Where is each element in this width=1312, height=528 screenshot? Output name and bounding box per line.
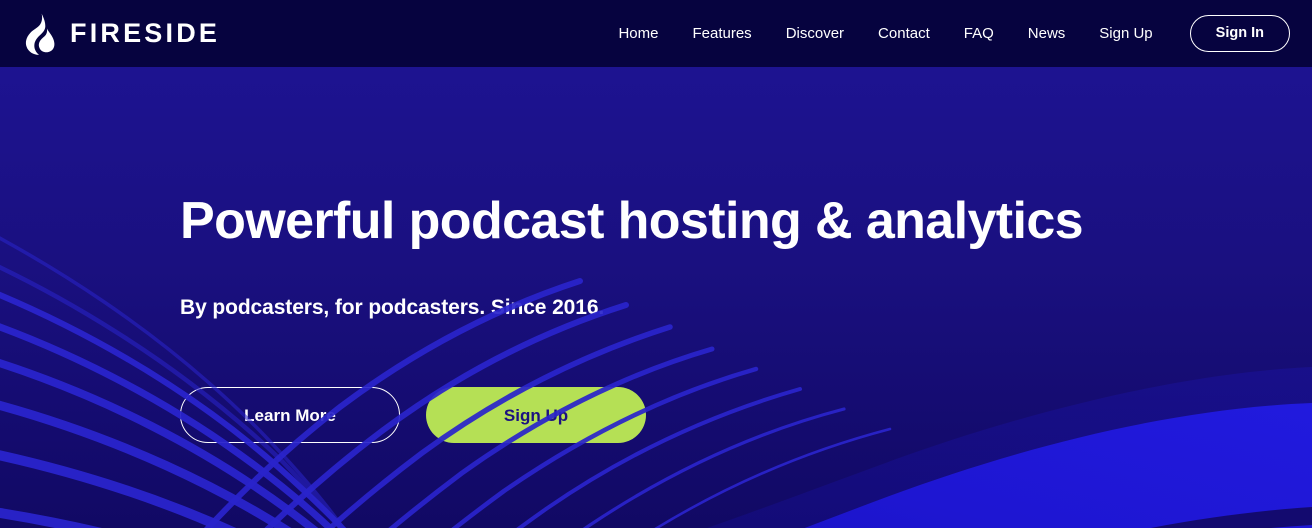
nav-item-contact[interactable]: Contact xyxy=(861,26,947,41)
hero-title: Powerful podcast hosting & analytics xyxy=(180,192,1084,250)
learn-more-button[interactable]: Learn More xyxy=(180,387,400,443)
brand-logo-link[interactable]: FIRESIDE xyxy=(22,13,220,55)
hero-cta-group: Learn More Sign Up xyxy=(180,387,646,443)
nav-item-sign-up[interactable]: Sign Up xyxy=(1082,26,1169,41)
nav-item-home[interactable]: Home xyxy=(601,26,675,41)
hero-section: Powerful podcast hosting & analytics By … xyxy=(0,67,1312,528)
nav-item-news[interactable]: News xyxy=(1011,26,1083,41)
flame-icon xyxy=(25,13,55,55)
nav-item-features[interactable]: Features xyxy=(675,26,768,41)
sign-up-button[interactable]: Sign Up xyxy=(426,387,646,443)
site-header: FIRESIDE Home Features Discover Contact … xyxy=(0,0,1312,67)
sign-in-button[interactable]: Sign In xyxy=(1189,15,1290,52)
nav-item-discover[interactable]: Discover xyxy=(769,26,861,41)
main-navigation: Home Features Discover Contact FAQ News … xyxy=(601,15,1290,52)
nav-item-faq[interactable]: FAQ xyxy=(947,26,1011,41)
page-root: FIRESIDE Home Features Discover Contact … xyxy=(0,0,1312,528)
brand-name: FIRESIDE xyxy=(70,18,221,48)
hero-subtitle: By podcasters, for podcasters. Since 201… xyxy=(180,296,605,319)
